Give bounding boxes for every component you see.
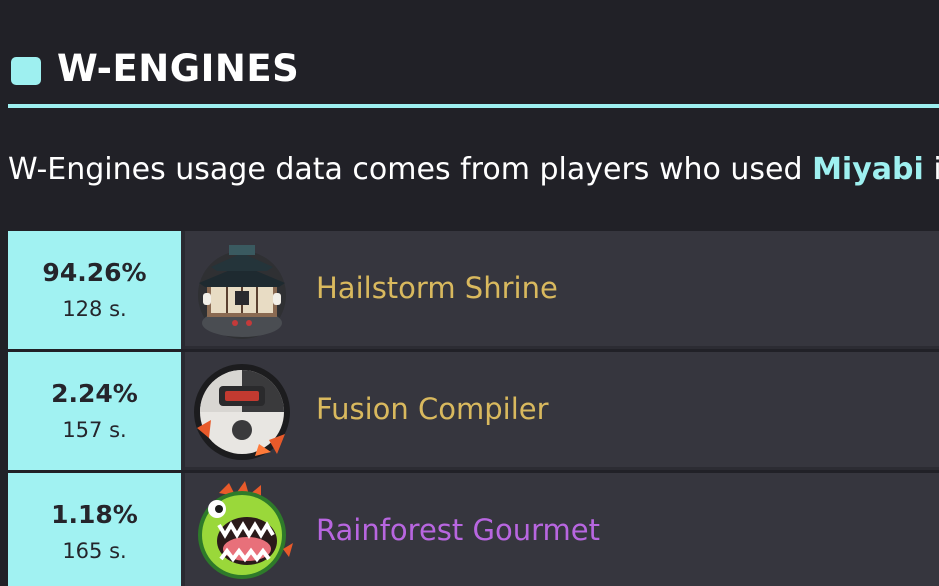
section-marker-icon bbox=[11, 57, 41, 85]
w-engine-cell[interactable]: Fusion Compiler bbox=[185, 352, 939, 470]
w-engines-page: W-ENGINES W-Engines usage data comes fro… bbox=[0, 0, 939, 586]
section-header: W-ENGINES bbox=[0, 0, 939, 110]
usage-percent: 1.18% bbox=[51, 500, 138, 529]
description-text-tail: i bbox=[933, 152, 939, 187]
usage-percent: 2.24% bbox=[51, 379, 138, 408]
usage-stat-cell: 94.26% 128 s. bbox=[8, 231, 181, 349]
section-divider bbox=[8, 104, 939, 108]
usage-percent: 94.26% bbox=[42, 258, 147, 287]
w-engine-row: 2.24% 157 s. Fusion Compiler bbox=[8, 352, 939, 470]
w-engine-name[interactable]: Fusion Compiler bbox=[316, 390, 549, 428]
usage-description: W-Engines usage data comes from players … bbox=[8, 148, 939, 192]
hailstorm-shrine-icon bbox=[198, 245, 286, 339]
w-engine-name[interactable]: Rainforest Gourmet bbox=[316, 511, 600, 549]
character-link[interactable]: Miyabi bbox=[812, 152, 924, 187]
usage-stat-cell: 1.18% 165 s. bbox=[8, 473, 181, 586]
w-engine-row: 1.18% 165 s. Rainforest Gourmet bbox=[8, 473, 939, 586]
rainforest-gourmet-icon bbox=[198, 481, 293, 579]
section-title: W-ENGINES bbox=[57, 47, 300, 90]
sample-count: 128 s. bbox=[62, 297, 127, 321]
description-text: W-Engines usage data comes from players … bbox=[8, 152, 813, 187]
sample-count: 165 s. bbox=[62, 539, 127, 563]
w-engine-cell[interactable]: Hailstorm Shrine bbox=[185, 231, 939, 349]
fusion-compiler-icon bbox=[194, 364, 290, 460]
w-engine-cell[interactable]: Rainforest Gourmet bbox=[185, 473, 939, 586]
w-engine-row: 94.26% 128 s. Hailstorm Shrine bbox=[8, 231, 939, 349]
usage-stat-cell: 2.24% 157 s. bbox=[8, 352, 181, 470]
w-engine-list: 94.26% 128 s. Hailstorm Shrine 2.24% 157… bbox=[8, 231, 939, 586]
sample-count: 157 s. bbox=[62, 418, 127, 442]
w-engine-name[interactable]: Hailstorm Shrine bbox=[316, 269, 558, 307]
